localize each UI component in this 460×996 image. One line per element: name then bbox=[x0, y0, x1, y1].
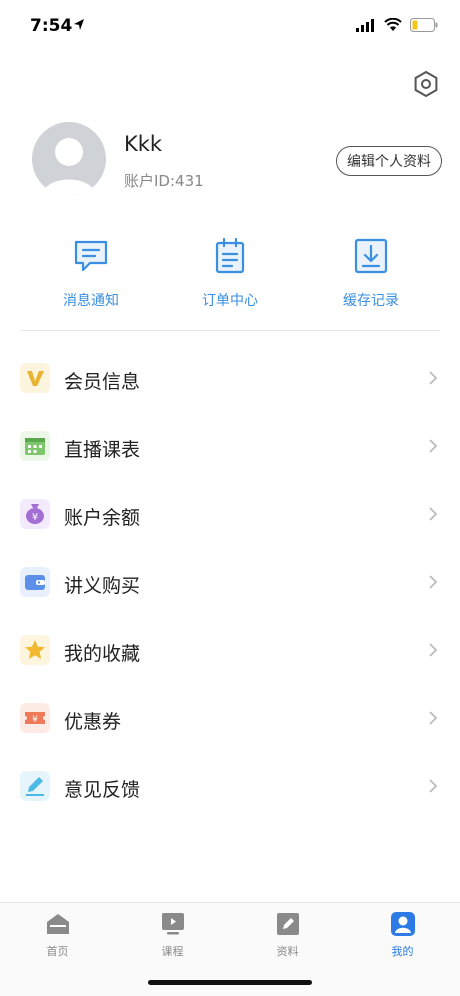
menu-item-live-schedule[interactable]: 直播课表 bbox=[0, 413, 460, 481]
tab-courses[interactable]: 课程 bbox=[115, 911, 230, 959]
tab-label: 我的 bbox=[391, 945, 414, 958]
menu-label: 会员信息 bbox=[64, 371, 141, 393]
battery-icon bbox=[410, 18, 438, 32]
quick-action-label: 订单中心 bbox=[202, 293, 258, 309]
quick-actions: 消息通知 订单中心 缓存记录 bbox=[0, 236, 460, 320]
menu-label: 账户余额 bbox=[64, 507, 141, 529]
edit-profile-button[interactable]: 编辑个人资料 bbox=[336, 146, 442, 176]
tab-materials[interactable]: 资料 bbox=[230, 911, 345, 959]
chevron-right-icon bbox=[429, 575, 438, 589]
menu-item-favorites[interactable]: 我的收藏 bbox=[0, 617, 460, 685]
account-id: 账户ID:431 bbox=[124, 172, 204, 190]
profile-screen: 7:54 Kkk 账户ID:431 编辑个人资料 消息通知 订单中心 缓存记录 … bbox=[0, 0, 460, 996]
wallet-icon bbox=[20, 567, 50, 597]
menu-item-membership[interactable]: 会员信息 bbox=[0, 345, 460, 413]
chevron-right-icon bbox=[429, 439, 438, 453]
tab-mine[interactable]: 我的 bbox=[345, 911, 460, 959]
money-bag-icon: ¥ bbox=[20, 499, 50, 529]
divider bbox=[20, 330, 440, 331]
download-icon bbox=[354, 238, 388, 274]
quick-action-downloads[interactable]: 缓存记录 bbox=[311, 236, 431, 310]
course-icon bbox=[161, 913, 184, 935]
svg-text:¥: ¥ bbox=[32, 512, 38, 523]
tab-label: 课程 bbox=[161, 945, 184, 958]
chevron-right-icon bbox=[429, 643, 438, 657]
chevron-right-icon bbox=[429, 507, 438, 521]
quick-action-messages[interactable]: 消息通知 bbox=[31, 236, 151, 310]
menu-item-handout-purchase[interactable]: 讲义购买 bbox=[0, 549, 460, 617]
tab-home[interactable]: 首页 bbox=[0, 911, 115, 959]
menu-label: 讲义购买 bbox=[64, 575, 141, 597]
signal-icon bbox=[356, 18, 374, 32]
quick-action-label: 消息通知 bbox=[63, 293, 119, 309]
location-arrow-icon bbox=[74, 19, 84, 30]
menu-label: 我的收藏 bbox=[64, 643, 141, 665]
home-icon bbox=[46, 914, 69, 934]
message-icon bbox=[74, 240, 108, 272]
tab-label: 首页 bbox=[46, 945, 69, 958]
clipboard-icon bbox=[215, 237, 245, 274]
vip-icon bbox=[20, 363, 50, 393]
chevron-right-icon bbox=[429, 711, 438, 725]
quick-action-label: 缓存记录 bbox=[343, 293, 399, 309]
menu-list: 会员信息 直播课表 ¥ 账户余额 讲义购买 我的收藏 ¥ 优惠券 意见反馈 bbox=[0, 345, 460, 821]
tab-label: 资料 bbox=[276, 945, 299, 958]
chevron-right-icon bbox=[429, 371, 438, 385]
settings-hexagon-icon[interactable] bbox=[412, 70, 440, 98]
star-icon bbox=[20, 635, 50, 665]
status-time: 7:54 bbox=[30, 16, 73, 36]
menu-label: 优惠券 bbox=[64, 711, 122, 733]
wifi-icon bbox=[384, 18, 402, 31]
chevron-right-icon bbox=[429, 779, 438, 793]
calendar-icon bbox=[20, 431, 50, 461]
default-avatar-icon bbox=[42, 138, 96, 196]
profile-icon bbox=[390, 912, 415, 936]
menu-item-feedback[interactable]: 意见反馈 bbox=[0, 753, 460, 821]
menu-label: 直播课表 bbox=[64, 439, 141, 461]
menu-item-coupons[interactable]: ¥ 优惠券 bbox=[0, 685, 460, 753]
status-icons bbox=[356, 18, 438, 32]
username: Kkk bbox=[124, 132, 163, 156]
status-bar: 7:54 bbox=[0, 0, 460, 56]
svg-text:¥: ¥ bbox=[32, 715, 38, 725]
menu-label: 意见反馈 bbox=[64, 779, 141, 801]
coupon-icon: ¥ bbox=[20, 703, 50, 733]
home-indicator bbox=[148, 980, 312, 985]
materials-icon bbox=[276, 913, 299, 935]
menu-item-balance[interactable]: ¥ 账户余额 bbox=[0, 481, 460, 549]
avatar[interactable] bbox=[32, 122, 106, 196]
pencil-icon bbox=[20, 771, 50, 801]
quick-action-orders[interactable]: 订单中心 bbox=[170, 236, 290, 310]
